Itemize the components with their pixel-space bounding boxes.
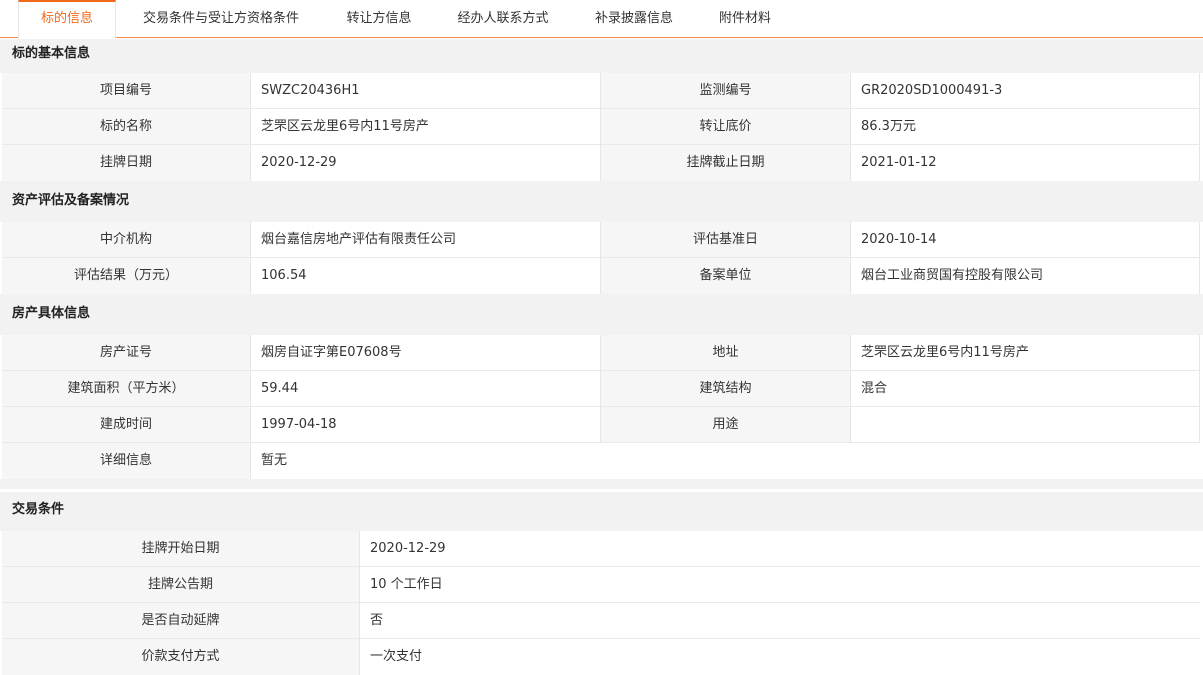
cell-value: 2020-10-14 bbox=[851, 222, 1200, 258]
cell-label: 标的名称 bbox=[2, 109, 251, 145]
table-row: 价款支付方式 一次支付 bbox=[2, 639, 1200, 675]
cell-value: SWZC20436H1 bbox=[251, 73, 601, 109]
table-row: 建筑面积（平方米） 59.44 建筑结构 混合 bbox=[2, 371, 1200, 407]
cell-label: 挂牌开始日期 bbox=[2, 531, 360, 567]
cell-value: 2020-12-29 bbox=[251, 145, 601, 181]
cell-label: 地址 bbox=[601, 335, 851, 371]
cell-value: 芝罘区云龙里6号内11号房产 bbox=[851, 335, 1200, 371]
cell-value: 暂无 bbox=[251, 443, 1200, 479]
cell-value: 86.3万元 bbox=[851, 109, 1200, 145]
cell-value: 1997-04-18 bbox=[251, 407, 601, 443]
cell-label: 价款支付方式 bbox=[2, 639, 360, 675]
tab-trade-conditions[interactable]: 交易条件与受让方资格条件 bbox=[128, 0, 314, 38]
cell-value: 一次支付 bbox=[360, 639, 1200, 675]
cell-value: 10 个工作日 bbox=[360, 567, 1200, 603]
cell-label: 建成时间 bbox=[2, 407, 251, 443]
table-row: 是否自动延牌 否 bbox=[2, 603, 1200, 639]
section-title-appraisal: 资产评估及备案情况 bbox=[0, 181, 1203, 222]
cell-label: 建筑面积（平方米） bbox=[2, 371, 251, 407]
section-title-basic-info: 标的基本信息 bbox=[0, 39, 1203, 73]
cell-label: 备案单位 bbox=[601, 258, 851, 294]
cell-value: 烟房自证字第E07608号 bbox=[251, 335, 601, 371]
cell-label: 中介机构 bbox=[2, 222, 251, 258]
cell-label: 挂牌公告期 bbox=[2, 567, 360, 603]
cell-label: 转让底价 bbox=[601, 109, 851, 145]
cell-value: 2020-12-29 bbox=[360, 531, 1200, 567]
table-row: 挂牌日期 2020-12-29 挂牌截止日期 2021-01-12 bbox=[2, 145, 1200, 181]
cell-label: 房产证号 bbox=[2, 335, 251, 371]
table-row: 项目编号 SWZC20436H1 监测编号 GR2020SD1000491-3 bbox=[2, 73, 1200, 109]
cell-value: GR2020SD1000491-3 bbox=[851, 73, 1200, 109]
cell-label: 项目编号 bbox=[2, 73, 251, 109]
table-row: 标的名称 芝罘区云龙里6号内11号房产 转让底价 86.3万元 bbox=[2, 109, 1200, 145]
tab-supplementary-disclosure[interactable]: 补录披露信息 bbox=[582, 0, 686, 38]
cell-value: 烟台嘉信房地产评估有限责任公司 bbox=[251, 222, 601, 258]
table-row: 评估结果（万元） 106.54 备案单位 烟台工业商贸国有控股有限公司 bbox=[2, 258, 1200, 294]
tab-transferor-info[interactable]: 转让方信息 bbox=[336, 0, 422, 38]
cell-value: 混合 bbox=[851, 371, 1200, 407]
tab-agent-contact[interactable]: 经办人联系方式 bbox=[444, 0, 562, 38]
cell-value: 106.54 bbox=[251, 258, 601, 294]
cell-label: 建筑结构 bbox=[601, 371, 851, 407]
cell-label: 挂牌日期 bbox=[2, 145, 251, 181]
cell-value: 否 bbox=[360, 603, 1200, 639]
tab-target-info[interactable]: 标的信息 bbox=[18, 0, 116, 39]
cell-value: 烟台工业商贸国有控股有限公司 bbox=[851, 258, 1200, 294]
table-row: 房产证号 烟房自证字第E07608号 地址 芝罘区云龙里6号内11号房产 bbox=[2, 335, 1200, 371]
cell-value bbox=[851, 407, 1200, 443]
tab-attachments[interactable]: 附件材料 bbox=[706, 0, 784, 38]
section-title-property: 房产具体信息 bbox=[0, 294, 1203, 335]
cell-label: 评估基准日 bbox=[601, 222, 851, 258]
cell-label: 评估结果（万元） bbox=[2, 258, 251, 294]
cell-label: 是否自动延牌 bbox=[2, 603, 360, 639]
cell-label: 详细信息 bbox=[2, 443, 251, 479]
section-title-trade-conditions: 交易条件 bbox=[0, 492, 1203, 531]
section-gap bbox=[0, 479, 1203, 489]
table-row: 建成时间 1997-04-18 用途 bbox=[2, 407, 1200, 443]
cell-value: 59.44 bbox=[251, 371, 601, 407]
table-row: 详细信息 暂无 bbox=[2, 443, 1200, 479]
table-row: 挂牌公告期 10 个工作日 bbox=[2, 567, 1200, 603]
table-row: 中介机构 烟台嘉信房地产评估有限责任公司 评估基准日 2020-10-14 bbox=[2, 222, 1200, 258]
tab-bar: 标的信息 交易条件与受让方资格条件 转让方信息 经办人联系方式 补录披露信息 附… bbox=[0, 0, 1203, 39]
cell-label: 监测编号 bbox=[601, 73, 851, 109]
cell-value: 芝罘区云龙里6号内11号房产 bbox=[251, 109, 601, 145]
cell-label: 挂牌截止日期 bbox=[601, 145, 851, 181]
cell-label: 用途 bbox=[601, 407, 851, 443]
cell-value: 2021-01-12 bbox=[851, 145, 1200, 181]
table-row: 挂牌开始日期 2020-12-29 bbox=[2, 531, 1200, 567]
